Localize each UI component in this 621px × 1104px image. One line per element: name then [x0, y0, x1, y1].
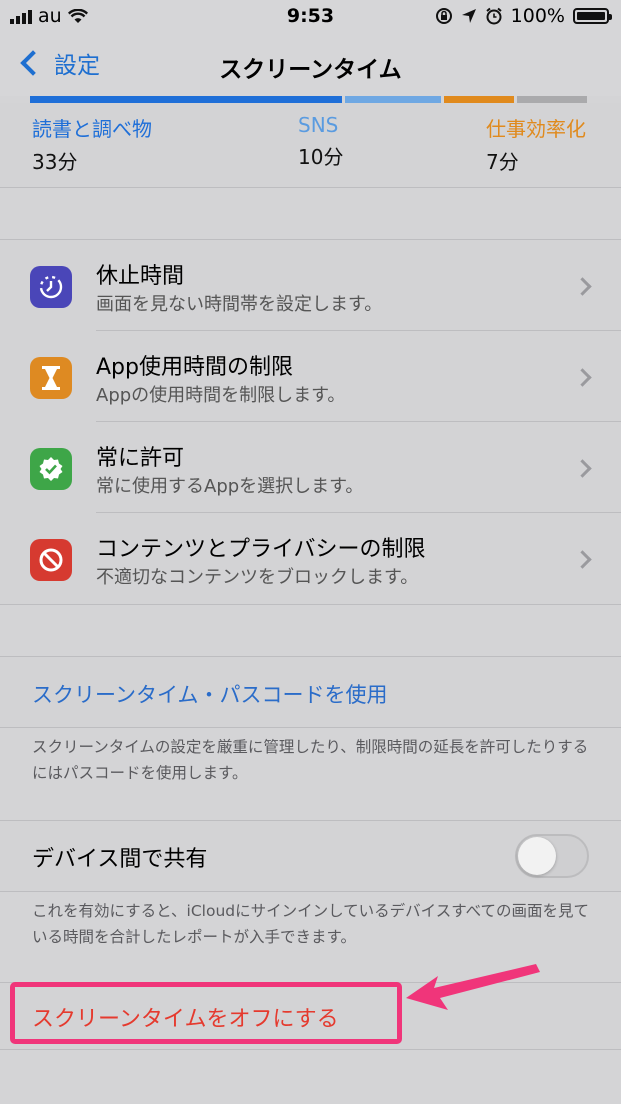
screen-time-settings-list: 休止時間 画面を見ない時間帯を設定します。 App使用時間の制限 Appの使用時…	[0, 239, 621, 605]
menu-item-title: App使用時間の制限	[96, 355, 293, 380]
restriction-icon	[30, 539, 72, 581]
toggle-knob	[518, 837, 556, 875]
use-passcode-button[interactable]: スクリーンタイム・パスコードを使用	[0, 656, 621, 728]
battery-percentage: 100%	[510, 5, 565, 27]
menu-item-title: 常に許可	[96, 446, 185, 471]
menu-item-subtitle: 画面を見ない時間帯を設定します。	[96, 294, 383, 315]
menu-item-title: 休止時間	[96, 264, 185, 289]
usage-bar-segment-other	[517, 96, 587, 103]
annotation-arrow-icon	[406, 964, 540, 1010]
menu-item-content-privacy[interactable]: コンテンツとプライバシーの制限 不適切なコンテンツをブロックします。	[0, 513, 621, 604]
usage-minutes: 33分	[32, 150, 78, 174]
use-passcode-label: スクリーンタイム・パスコードを使用	[32, 683, 388, 707]
checkmark-badge-icon	[30, 448, 72, 490]
share-description: これを有効にすると、iCloudにサインインしているデバイスすべての画面を見てい…	[32, 902, 589, 946]
orientation-lock-icon	[435, 8, 452, 24]
hourglass-icon	[30, 357, 72, 399]
chevron-right-icon	[573, 368, 592, 387]
menu-item-subtitle: 常に使用するAppを選択します。	[96, 476, 364, 497]
navigation-bar: 設定 スクリーンタイム	[0, 34, 621, 96]
location-arrow-icon	[461, 9, 476, 23]
usage-bar-segment-sns	[345, 96, 441, 103]
usage-bar-segment-productivity	[444, 96, 514, 103]
menu-item-subtitle: Appの使用時間を制限します。	[96, 385, 346, 406]
usage-category-reading: 読書と調べ物 33分	[32, 113, 152, 175]
highlight-box	[10, 982, 402, 1044]
passcode-description: スクリーンタイムの設定を厳重に管理したり、制限時間の延長を許可したりするにはパス…	[32, 738, 589, 782]
alarm-icon	[486, 7, 502, 25]
usage-bar	[30, 96, 590, 103]
chevron-right-icon	[573, 550, 592, 569]
menu-item-always-allowed[interactable]: 常に許可 常に使用するAppを選択します。	[0, 422, 621, 513]
menu-item-downtime[interactable]: 休止時間 画面を見ない時間帯を設定します。	[0, 240, 621, 331]
menu-item-app-limits[interactable]: App使用時間の制限 Appの使用時間を制限します。	[0, 331, 621, 422]
usage-minutes: 7分	[486, 150, 519, 174]
usage-category-productivity: 仕事効率化 7分	[486, 113, 586, 175]
usage-category-name: 読書と調べ物	[32, 117, 152, 141]
battery-icon	[573, 8, 612, 24]
downtime-icon	[30, 266, 72, 308]
usage-category-sns: SNS 10分	[298, 113, 343, 170]
share-across-devices-row: デバイス間で共有	[0, 820, 621, 892]
page-title: スクリーンタイム	[219, 57, 402, 83]
usage-minutes: 10分	[298, 145, 344, 169]
usage-category-name: 仕事効率化	[486, 117, 586, 141]
usage-summary[interactable]: 読書と調べ物 33分 SNS 10分 仕事効率化 7分	[0, 103, 621, 188]
status-bar: au 9:53 100%	[0, 0, 621, 34]
share-across-devices-toggle[interactable]	[515, 834, 589, 878]
menu-item-title: コンテンツとプライバシーの制限	[96, 537, 426, 562]
usage-bar-segment-reading	[30, 96, 342, 103]
share-across-devices-label: デバイス間で共有	[32, 847, 208, 872]
usage-category-name: SNS	[298, 113, 339, 137]
chevron-right-icon	[573, 459, 592, 478]
chevron-right-icon	[573, 277, 592, 296]
menu-item-subtitle: 不適切なコンテンツをブロックします。	[96, 567, 419, 588]
